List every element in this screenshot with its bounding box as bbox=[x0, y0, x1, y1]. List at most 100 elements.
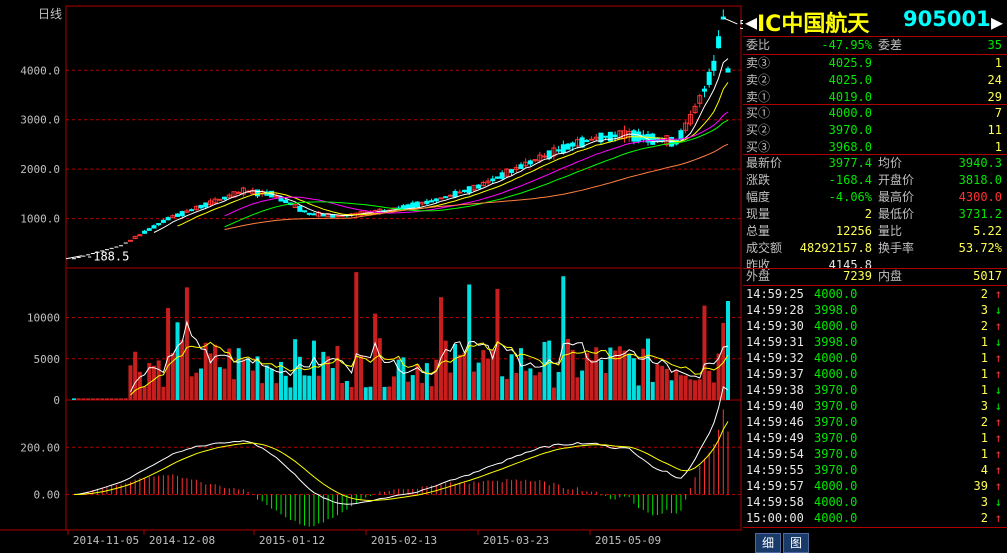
kline-chart[interactable]: 日线 1000.0 2000.0 3000.0 4000.0 0 5000 10000 0.00… bbox=[0, 0, 743, 553]
candle-body bbox=[203, 202, 209, 208]
volume-bar bbox=[279, 361, 284, 400]
x-tick-label: 2015-01-12 bbox=[259, 534, 325, 547]
y-tick-label: 2000.0 bbox=[20, 163, 60, 176]
tick-time: 14:59:32 bbox=[746, 351, 804, 365]
tick-time: 14:59:30 bbox=[746, 319, 804, 333]
sell-level-label: 卖③ bbox=[746, 56, 771, 70]
volume-bar bbox=[382, 386, 387, 400]
volume-bar bbox=[584, 352, 589, 400]
volume-bar bbox=[166, 308, 171, 400]
y-tick-label: 1000.0 bbox=[20, 213, 60, 226]
candle-body bbox=[678, 130, 684, 140]
outer-label: 外盘 bbox=[746, 269, 771, 283]
tick-price: 3970.0 bbox=[814, 431, 858, 445]
volume-bar bbox=[533, 375, 538, 400]
stat-label: 最新价 bbox=[746, 156, 783, 170]
tick-row: 14:59:38 3970.0 1 ↓ bbox=[746, 382, 1004, 398]
candle-body bbox=[198, 204, 204, 209]
volume-bar bbox=[236, 348, 241, 400]
buy-volume: 1 bbox=[994, 140, 1002, 154]
candle-body bbox=[452, 191, 458, 198]
volume-bar bbox=[636, 385, 641, 400]
tick-row: 14:59:46 3970.0 2 ↑ bbox=[746, 414, 1004, 430]
tick-time: 15:00:00 bbox=[746, 511, 804, 525]
y-tick-label: 5000 bbox=[34, 353, 61, 366]
prev-symbol-arrow-icon[interactable]: ◀ bbox=[745, 10, 757, 34]
sell-volume: 24 bbox=[987, 73, 1002, 87]
tick-direction-icon: ↑ bbox=[994, 479, 1002, 493]
tick-time: 14:59:54 bbox=[746, 447, 804, 461]
volume-bar bbox=[707, 370, 712, 400]
volume-bar bbox=[646, 338, 651, 400]
volume-bar bbox=[288, 387, 293, 400]
buy-price: 4000.0 bbox=[828, 106, 872, 120]
volume-bar bbox=[627, 353, 632, 400]
next-symbol-arrow-icon[interactable]: ▶ bbox=[991, 10, 1003, 34]
tab-chart[interactable]: 图 bbox=[783, 533, 809, 553]
volume-bar bbox=[90, 398, 95, 400]
volume-bar bbox=[119, 398, 124, 400]
candle-body bbox=[283, 199, 289, 204]
volume-bar bbox=[311, 340, 316, 400]
volume-bar bbox=[302, 375, 307, 400]
tick-volume: 4 bbox=[980, 463, 988, 477]
tick-row: 14:59:40 3970.0 3 ↓ bbox=[746, 398, 1004, 414]
stat-label: 涨跌 bbox=[746, 173, 771, 187]
tick-price: 4000.0 bbox=[814, 495, 858, 509]
tick-time: 14:59:37 bbox=[746, 367, 804, 381]
sell-row: 卖① 4019.0 29 bbox=[746, 89, 1004, 105]
volume-bar bbox=[650, 381, 655, 400]
stat-value-2: 5.22 bbox=[973, 224, 1002, 238]
candle-body bbox=[311, 213, 317, 216]
buy-level-label: 买③ bbox=[746, 140, 771, 154]
candle-body bbox=[527, 160, 533, 165]
volume-bar bbox=[486, 358, 491, 400]
tick-direction-icon: ↑ bbox=[994, 367, 1002, 381]
candle-body bbox=[429, 200, 435, 203]
volume-bar bbox=[213, 344, 218, 400]
candle-body bbox=[466, 186, 472, 194]
volume-bar bbox=[500, 376, 505, 400]
volume-bar bbox=[664, 368, 669, 400]
volume-bar bbox=[123, 398, 128, 400]
y-tick-label: 0.00 bbox=[34, 489, 61, 502]
volume-bar bbox=[264, 365, 269, 400]
candle-body bbox=[179, 211, 185, 217]
tick-time: 14:59:57 bbox=[746, 479, 804, 493]
tick-price: 3970.0 bbox=[814, 463, 858, 477]
stat-value: 2 bbox=[864, 207, 872, 221]
candle-body bbox=[302, 210, 308, 213]
weicha-label: 委差 bbox=[878, 38, 903, 52]
volume-bar bbox=[669, 380, 674, 400]
stat-value: -168.4 bbox=[828, 173, 872, 187]
candle-body bbox=[189, 209, 195, 212]
stat-value: 48292157.8 bbox=[799, 241, 872, 255]
volume-bar bbox=[161, 386, 166, 400]
tick-price: 3970.0 bbox=[814, 447, 858, 461]
volume-bar bbox=[95, 398, 100, 400]
candle-body bbox=[462, 189, 468, 193]
tick-volume: 1 bbox=[980, 367, 988, 381]
tick-price: 3970.0 bbox=[814, 415, 858, 429]
candle-body bbox=[560, 144, 566, 154]
volume-bar bbox=[542, 341, 547, 400]
tick-volume: 1 bbox=[980, 447, 988, 461]
candle-body bbox=[706, 71, 712, 85]
volume-bar bbox=[377, 338, 382, 400]
tick-direction-icon: ↑ bbox=[994, 351, 1002, 365]
volume-bar bbox=[349, 386, 354, 400]
stat-row: 成交额 48292157.8 换手率 53.72% bbox=[746, 240, 1004, 256]
candle-body bbox=[424, 200, 430, 204]
volume-bar bbox=[570, 349, 575, 400]
volume-bar bbox=[241, 359, 246, 400]
candle-body bbox=[306, 212, 312, 215]
candle-body bbox=[273, 195, 279, 198]
candle-body bbox=[137, 234, 143, 237]
tick-row: 14:59:32 4000.0 1 ↑ bbox=[746, 350, 1004, 366]
candle-body bbox=[570, 142, 576, 147]
tick-volume: 2 bbox=[980, 511, 988, 525]
volume-bar bbox=[594, 347, 599, 400]
tab-detail[interactable]: 细 bbox=[755, 533, 781, 553]
buy-row: 买① 4000.0 7 bbox=[746, 105, 1004, 121]
candle-body bbox=[650, 133, 656, 145]
